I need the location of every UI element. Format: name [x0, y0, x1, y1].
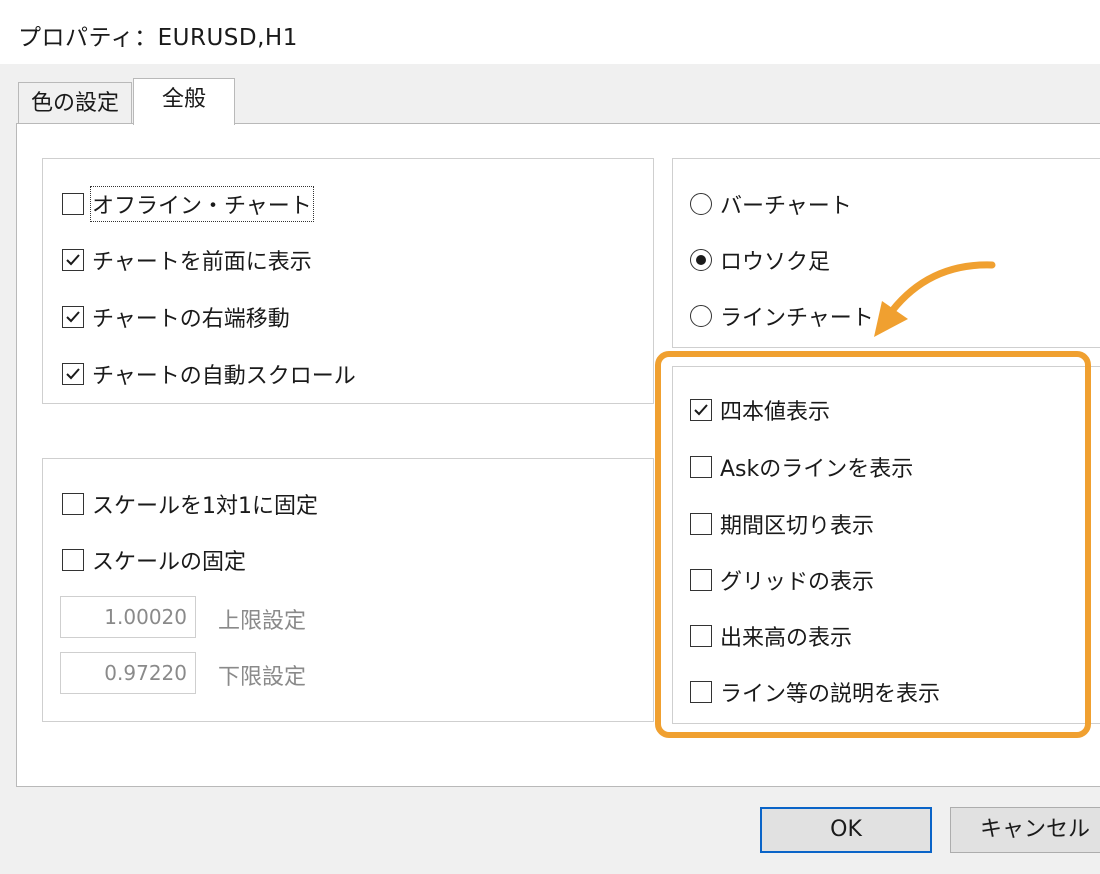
tab-color-settings[interactable]: 色の設定 [18, 82, 132, 126]
option-label: チャートの右端移動 [92, 307, 290, 332]
option-label: チャートを前面に表示 [92, 250, 312, 275]
radio-bar-chart[interactable]: バーチャート [690, 188, 852, 220]
option-scale-fix[interactable]: スケールの固定 [62, 544, 246, 576]
radio-label: ラインチャート [720, 306, 874, 331]
checkbox-checked[interactable] [62, 306, 84, 328]
option-label: チャートの自動スクロール [92, 364, 356, 389]
option-chart-shift[interactable]: チャートの右端移動 [62, 301, 290, 333]
scale-upper-input[interactable]: 1.00020 [60, 596, 196, 638]
scale-lower-label: 下限設定 [218, 665, 307, 690]
dialog-footer [0, 787, 1100, 874]
checkbox-unchecked[interactable] [62, 493, 84, 515]
radio-line-chart[interactable]: ラインチャート [690, 300, 874, 332]
checkbox-unchecked[interactable] [62, 193, 84, 215]
radio-label: バーチャート [720, 194, 852, 219]
scale-upper-label: 上限設定 [218, 609, 307, 634]
checkmark-icon [66, 311, 80, 323]
option-scale-1to1[interactable]: スケールを1対1に固定 [62, 488, 318, 520]
tab-general[interactable]: 全般 [133, 78, 235, 125]
option-label: オフライン・チャート [90, 186, 314, 222]
checkmark-icon [66, 368, 80, 380]
scale-lower-input[interactable]: 0.97220 [60, 652, 196, 694]
checkbox-checked[interactable] [62, 363, 84, 385]
title-bar: プロパティ：EURUSD,H1 [0, 0, 1100, 64]
option-label: スケールを1対1に固定 [92, 494, 318, 519]
option-label: スケールの固定 [92, 550, 247, 575]
radio-selected[interactable] [690, 249, 712, 271]
radio-unselected[interactable] [690, 193, 712, 215]
window-title: プロパティ：EURUSD,H1 [18, 25, 298, 51]
checkmark-icon [66, 254, 80, 266]
radio-unselected[interactable] [690, 305, 712, 327]
highlight-frame [655, 351, 1091, 738]
cancel-button[interactable]: キャンセル [950, 807, 1100, 853]
option-offline-chart[interactable]: オフライン・チャート [62, 186, 314, 222]
radio-candlestick[interactable]: ロウソク足 [690, 244, 830, 276]
option-chart-foreground[interactable]: チャートを前面に表示 [62, 244, 312, 276]
radio-dot-icon [696, 255, 706, 265]
ok-button[interactable]: OK [760, 807, 932, 853]
checkbox-checked[interactable] [62, 249, 84, 271]
arrow-icon [874, 261, 996, 337]
option-auto-scroll[interactable]: チャートの自動スクロール [62, 358, 356, 390]
radio-label: ロウソク足 [720, 250, 831, 275]
checkbox-unchecked[interactable] [62, 549, 84, 571]
